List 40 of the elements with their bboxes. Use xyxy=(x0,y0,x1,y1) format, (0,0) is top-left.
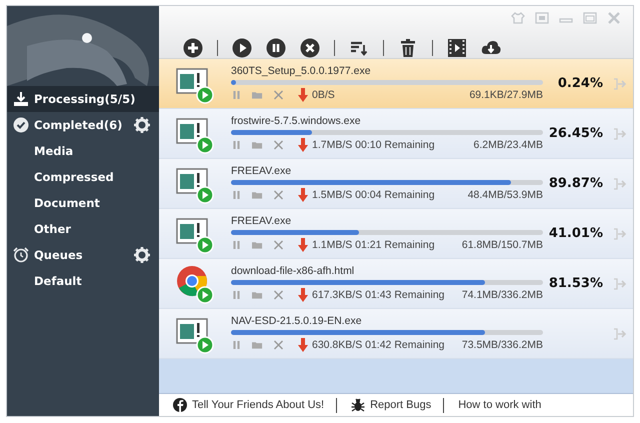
size-text: 6.2MB/23.4MB xyxy=(474,139,543,151)
file-name: download-file-x86-afh.html xyxy=(231,265,356,277)
file-name: frostwire-5.7.5.windows.exe xyxy=(231,115,362,127)
sidebar-item[interactable]: Other xyxy=(7,216,159,242)
size-text: 61.8MB/150.7MB xyxy=(462,239,543,251)
download-row[interactable]: NAV-ESD-21.5.0.19-EN.exe 630.8KB/S 01:42 Remaining 73.5MB/336.2MB xyxy=(159,309,633,359)
speed-text: 0B/S xyxy=(312,89,335,101)
file-name: 360TS_Setup_5.0.0.1977.exe xyxy=(231,65,372,77)
download-row[interactable]: FREEAV.exe 1.5MB/S 00:04 Remaining 48.4MB/53.9MB 89.87% xyxy=(159,159,633,209)
size-text: 48.4MB/53.9MB xyxy=(468,189,543,201)
speed-text: 1.5MB/S 00:04 Remaining xyxy=(312,189,435,201)
sidebar-item[interactable]: Queues xyxy=(7,242,159,268)
speed-text: 630.8KB/S 01:42 Remaining xyxy=(312,339,445,351)
sidebar-item[interactable]: Document xyxy=(7,190,159,216)
download-row[interactable]: download-file-x86-afh.html 617.3KB/S 01:43 Remaining 74.1MB/336.2MB 81.53% xyxy=(159,259,633,309)
percent-text: 26.45% xyxy=(548,126,603,141)
percent-text: 41.01% xyxy=(548,226,603,241)
speed-text: 1.7MB/S 00:10 Remaining xyxy=(312,139,435,151)
download-row[interactable]: 360TS_Setup_5.0.0.1977.exe 0B/S 69.1KB/27.9MB 0.24% xyxy=(159,59,633,109)
file-name: NAV-ESD-21.5.0.19-EN.exe xyxy=(231,315,363,327)
speed-text: 1.1MB/S 01:21 Remaining xyxy=(312,239,435,251)
file-name: FREEAV.exe xyxy=(231,165,292,177)
download-row[interactable]: FREEAV.exe 1.1MB/S 01:21 Remaining 61.8MB/150.7MB 41.01% xyxy=(159,209,633,259)
speed-text: 617.3KB/S 01:43 Remaining xyxy=(312,289,445,301)
size-text: 69.1KB/27.9MB xyxy=(469,89,543,101)
size-text: 74.1MB/336.2MB xyxy=(462,289,543,301)
file-name: FREEAV.exe xyxy=(231,215,292,227)
download-row[interactable]: frostwire-5.7.5.windows.exe 1.7MB/S 00:10 Remaining 6.2MB/23.4MB 26.45% xyxy=(159,109,633,159)
percent-text: 0.24% xyxy=(558,76,603,91)
sidebar-item[interactable]: Compressed xyxy=(7,164,159,190)
footer-link[interactable]: Report Bugs xyxy=(370,399,432,411)
footer-link[interactable]: How to work with xyxy=(458,399,542,411)
sidebar-item[interactable]: Media xyxy=(7,138,159,164)
footer-link[interactable]: Tell Your Friends About Us! xyxy=(192,399,324,411)
sidebar-item[interactable]: Default xyxy=(7,268,159,294)
sidebar-item[interactable]: Processing(5/5) xyxy=(7,86,159,112)
sidebar-item[interactable]: Completed(6) xyxy=(7,112,159,138)
percent-text: 81.53% xyxy=(548,276,603,291)
size-text: 73.5MB/336.2MB xyxy=(462,339,543,351)
percent-text: 89.87% xyxy=(548,176,603,191)
